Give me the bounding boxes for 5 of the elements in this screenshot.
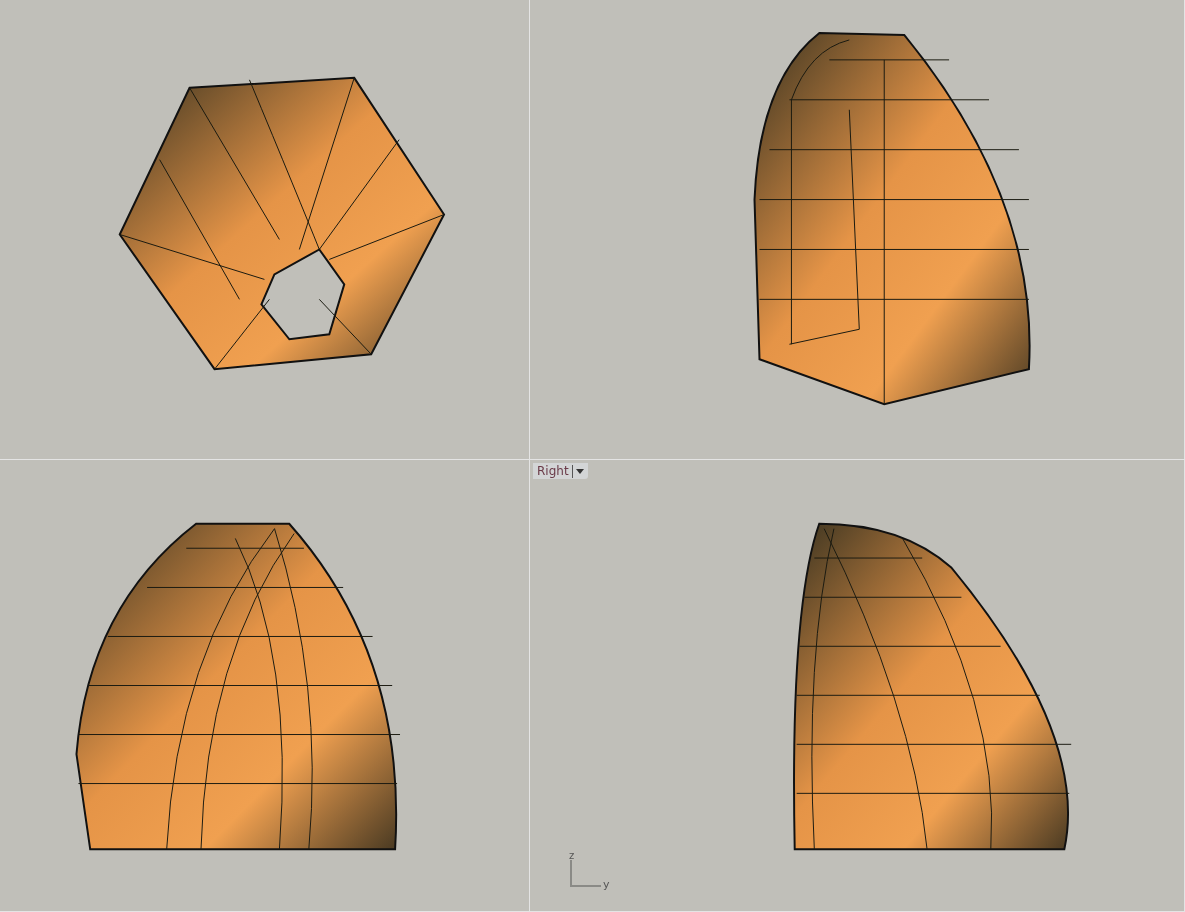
axis-label: z [569, 850, 575, 861]
axis-label: y [603, 878, 610, 891]
viewport-label[interactable]: Right [533, 463, 588, 479]
axis-icon [569, 860, 601, 888]
caret-icon[interactable] [575, 468, 584, 474]
